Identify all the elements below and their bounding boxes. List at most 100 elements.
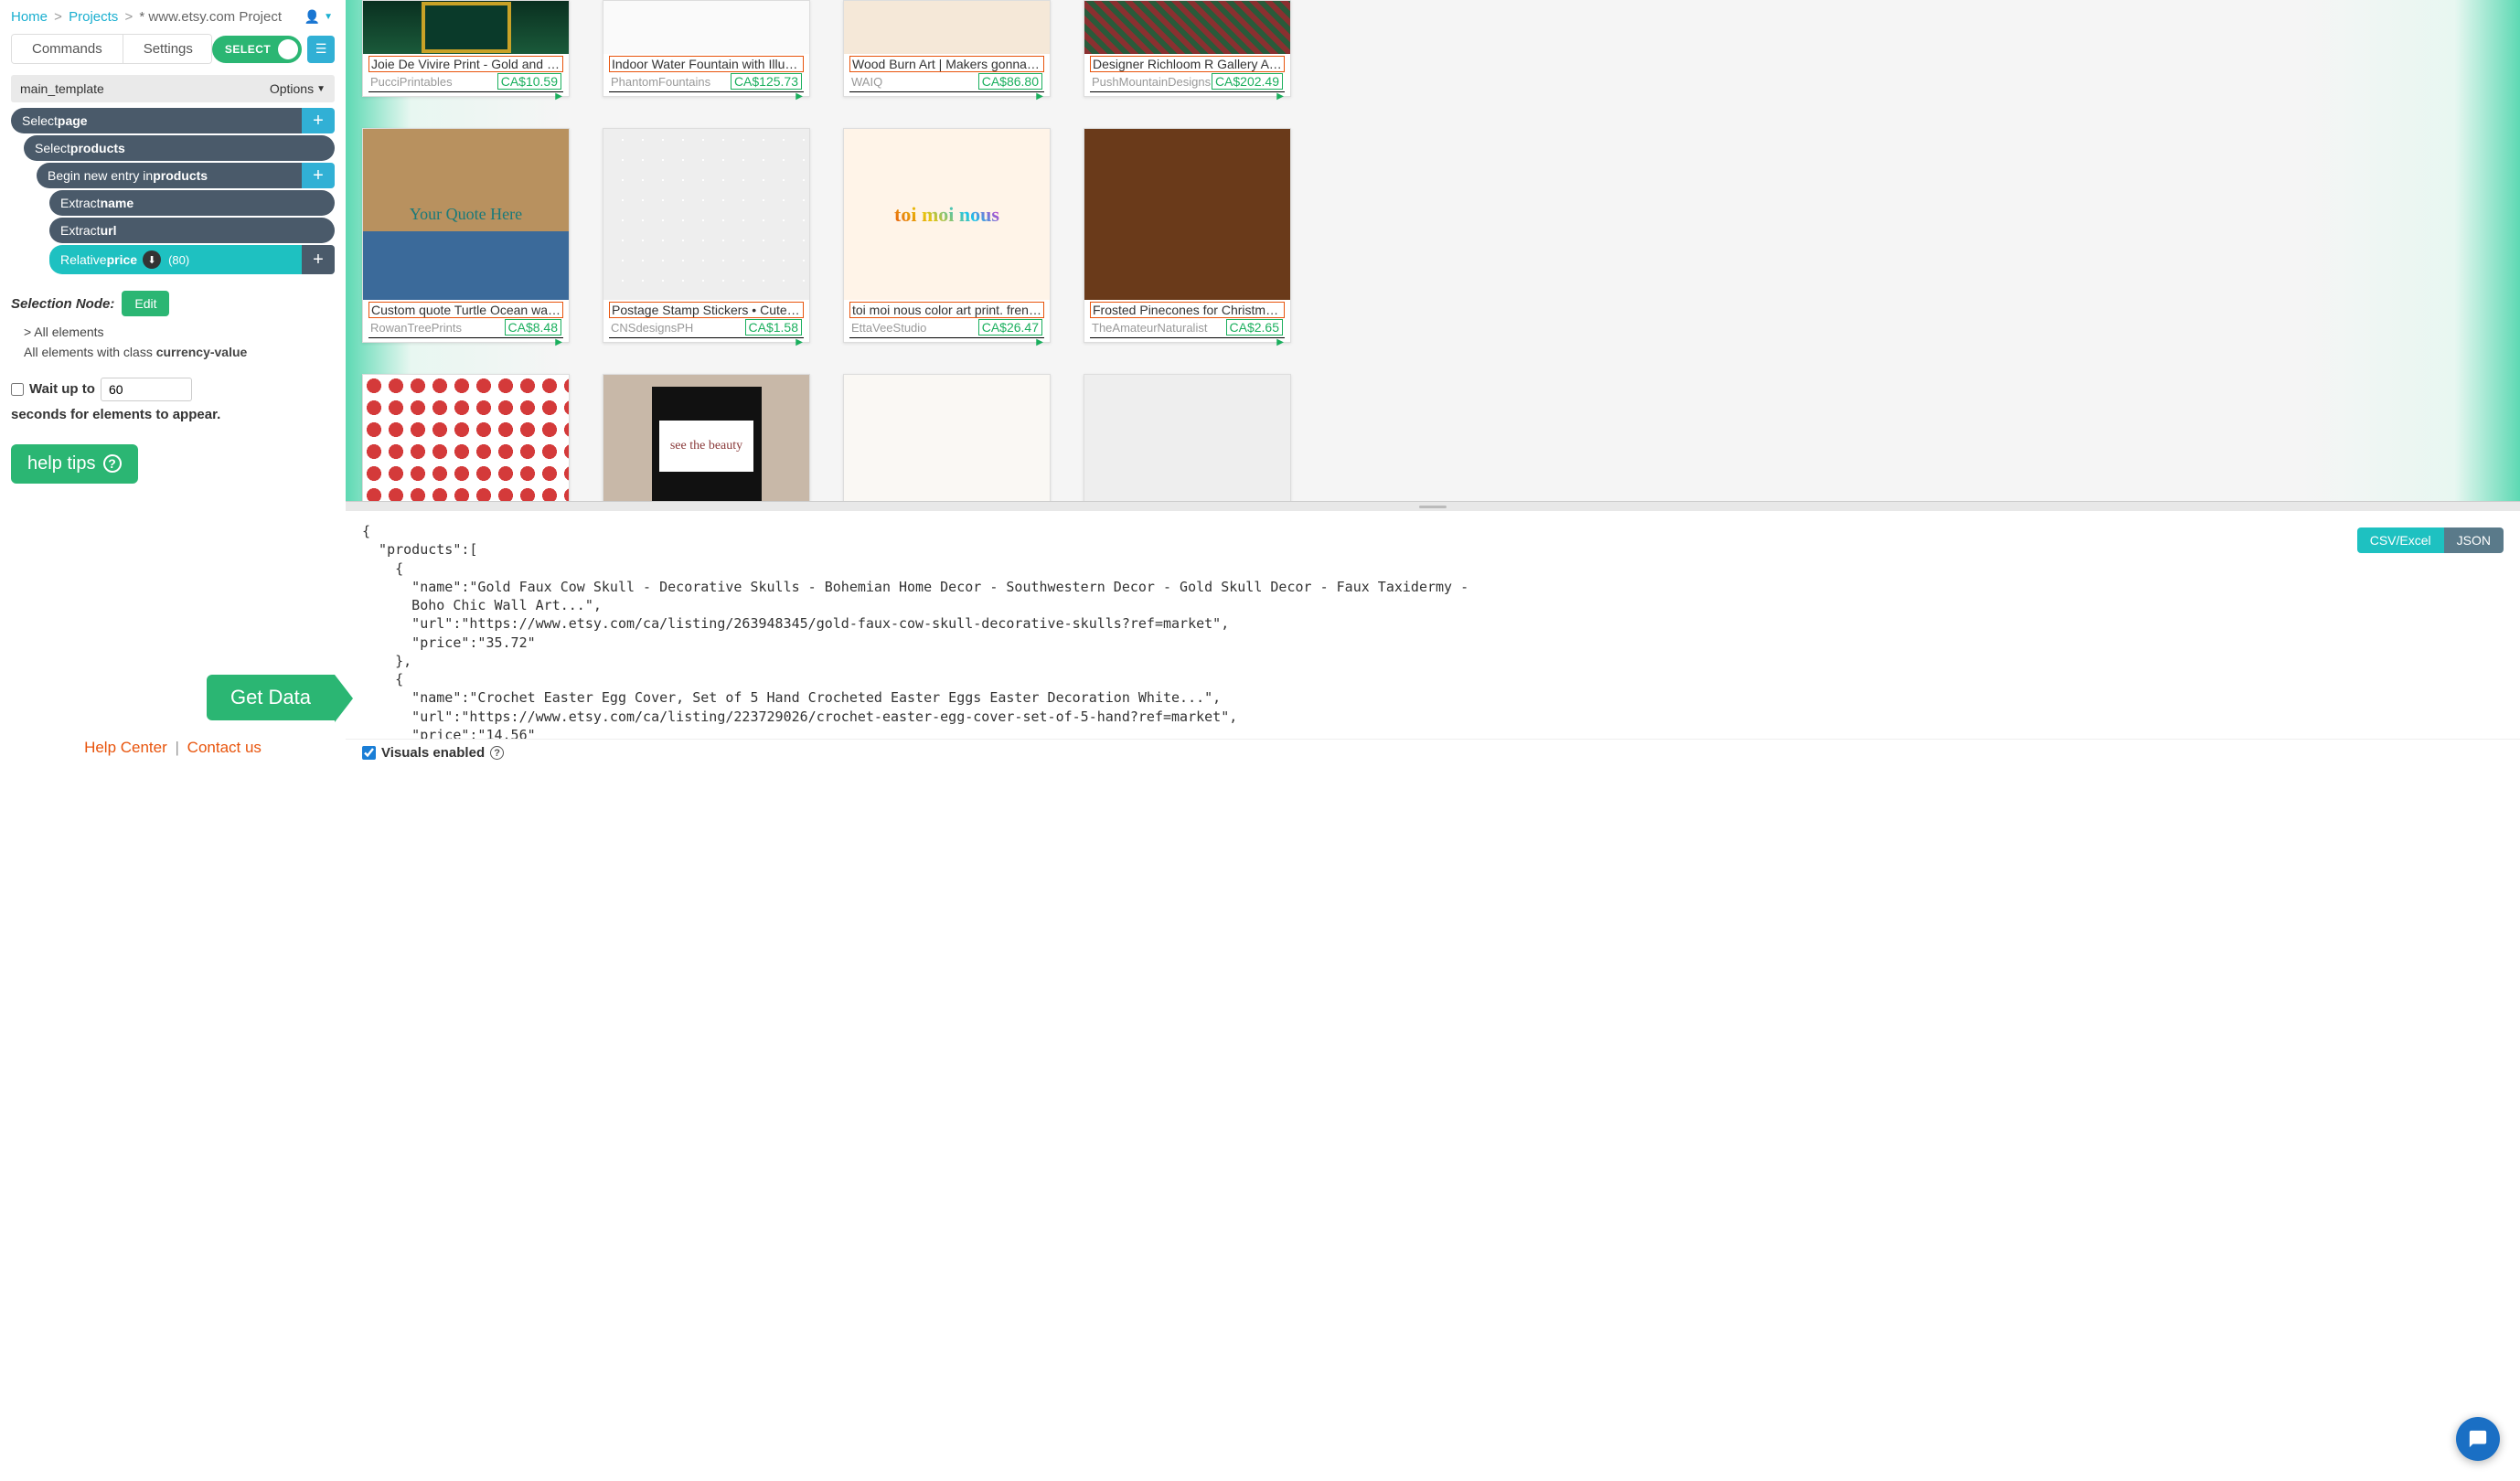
cmd-select-products[interactable]: Select products	[24, 135, 335, 161]
breadcrumb-current: * www.etsy.com Project	[139, 9, 282, 25]
cmd-begin-entry[interactable]: Begin new entry in products	[37, 163, 302, 188]
tab-settings[interactable]: Settings	[123, 35, 212, 63]
product-card[interactable]	[362, 374, 570, 501]
product-thumbnail	[363, 375, 569, 501]
product-card[interactable]: Frosted Pinecones for Christmas D... TheA…	[1084, 128, 1291, 343]
product-shop: WAIQ	[851, 75, 978, 89]
selection-class-filter[interactable]: All elements with class currency-value	[24, 342, 335, 362]
help-icon: ?	[490, 746, 504, 760]
caret-down-icon: ▼	[316, 84, 326, 94]
selection-node-label: Selection Node:	[11, 296, 114, 312]
plus-icon: +	[313, 165, 324, 186]
add-command-button[interactable]: +	[302, 108, 335, 133]
visuals-label: Visuals enabled	[381, 745, 485, 761]
help-icon: ?	[103, 454, 122, 473]
product-shop: RowanTreePrints	[370, 321, 505, 335]
product-title: Indoor Water Fountain with Illusion	[609, 56, 804, 72]
wait-label-pre: Wait up to	[29, 381, 95, 397]
tab-commands[interactable]: Commands	[12, 35, 123, 63]
product-thumbnail	[363, 1, 569, 54]
add-command-button[interactable]: +	[302, 163, 335, 188]
product-shop: PhantomFountains	[611, 75, 731, 89]
product-price: CA$125.73	[731, 73, 802, 90]
template-name: main_template	[20, 81, 104, 96]
product-shop: EttaVeeStudio	[851, 321, 978, 335]
product-card[interactable]	[603, 374, 810, 501]
product-thumbnail	[844, 375, 1050, 501]
product-title: Custom quote Turtle Ocean wall ar...	[368, 302, 563, 318]
product-card[interactable]: Wood Burn Art | Makers gonna makeWAIQCA$…	[843, 0, 1051, 97]
product-card[interactable]: Joie De Vivire Print - Gold and Blac... P…	[362, 0, 570, 97]
product-card[interactable]: toi moi nous color art print. french... E…	[843, 128, 1051, 343]
product-thumbnail	[603, 129, 809, 300]
chat-icon	[2468, 1429, 2488, 1449]
cmd-extract-name[interactable]: Extract name	[49, 190, 335, 216]
edit-button[interactable]: Edit	[122, 291, 169, 316]
product-title: toi moi nous color art print. french...	[849, 302, 1044, 318]
sidebar-tabs: Commands Settings	[11, 34, 212, 64]
product-shop: TheAmateurNaturalist	[1092, 321, 1226, 335]
product-title: Designer Richloom R Gallery Ayers...	[1090, 56, 1285, 72]
selection-all-elements[interactable]: > All elements	[24, 322, 335, 342]
select-toggle-label: SELECT	[225, 43, 271, 56]
add-command-button[interactable]: +	[302, 245, 335, 274]
product-card[interactable]: Indoor Water Fountain with Illusion Phant…	[603, 0, 810, 97]
product-shop: PushMountainDesigns	[1092, 75, 1212, 89]
product-shop: CNSdesignsPH	[611, 321, 745, 335]
product-thumbnail	[1084, 375, 1290, 501]
wait-checkbox[interactable]	[11, 383, 24, 396]
breadcrumb: Home > Projects > * www.etsy.com Project	[11, 9, 335, 25]
match-count: (80)	[168, 253, 189, 267]
product-thumbnail	[1084, 1, 1290, 54]
product-card[interactable]: Custom quote Turtle Ocean wall ar... Rowa…	[362, 128, 570, 343]
product-thumbnail	[844, 129, 1050, 300]
product-thumbnail	[363, 129, 569, 300]
product-thumbnail	[1084, 129, 1290, 300]
help-fab[interactable]	[2456, 1417, 2500, 1461]
browser-preview[interactable]: Joie De Vivire Print - Gold and Blac... P…	[346, 0, 2520, 501]
product-title: Wood Burn Art | Makers gonna make	[849, 56, 1044, 72]
product-price: CA$202.49	[1212, 73, 1283, 90]
download-icon: ⬇	[143, 250, 161, 269]
product-shop: PucciPrintables	[370, 75, 497, 89]
contact-us-link[interactable]: Contact us	[187, 739, 262, 756]
product-price: CA$8.48	[505, 319, 561, 336]
product-card[interactable]	[1084, 374, 1291, 501]
breadcrumb-projects[interactable]: Projects	[69, 9, 118, 25]
product-card[interactable]: Postage Stamp Stickers • Cute stic... CNS…	[603, 128, 810, 343]
plus-icon: +	[313, 111, 324, 132]
product-thumbnail	[603, 1, 809, 54]
product-thumbnail	[603, 375, 809, 501]
get-data-button[interactable]: Get Data	[207, 675, 335, 720]
visuals-checkbox[interactable]	[362, 746, 376, 760]
plus-icon: +	[313, 250, 324, 271]
product-price: CA$26.47	[978, 319, 1042, 336]
export-json-button[interactable]: JSON	[2444, 527, 2504, 553]
product-price: CA$1.58	[745, 319, 802, 336]
product-title: Postage Stamp Stickers • Cute stic...	[609, 302, 804, 318]
export-csv-button[interactable]: CSV/Excel	[2357, 527, 2444, 553]
product-card[interactable]: Designer Richloom R Gallery Ayers... Push…	[1084, 0, 1291, 97]
help-tips-button[interactable]: help tips ?	[11, 444, 138, 484]
caret-down-icon: ▼	[324, 12, 333, 22]
select-toggle[interactable]: SELECT	[212, 36, 302, 63]
cmd-extract-url[interactable]: Extract url	[49, 218, 335, 243]
user-icon: 👤	[304, 9, 320, 25]
panel-resize-handle[interactable]	[346, 502, 2520, 511]
breadcrumb-home[interactable]: Home	[11, 9, 48, 25]
help-center-link[interactable]: Help Center	[84, 739, 167, 756]
product-title: Joie De Vivire Print - Gold and Blac...	[368, 56, 563, 72]
wait-label-post: seconds for elements to appear.	[11, 407, 220, 422]
template-options[interactable]: Options▼	[270, 81, 326, 96]
product-card[interactable]	[843, 374, 1051, 501]
template-row[interactable]: main_template Options▼	[11, 75, 335, 102]
wait-seconds-input[interactable]	[101, 378, 192, 401]
product-title: Frosted Pinecones for Christmas D...	[1090, 302, 1285, 318]
cmd-select-page[interactable]: Select page	[11, 108, 302, 133]
json-output: { "products":[ { "name":"Gold Faux Cow S…	[362, 522, 2504, 739]
toggle-knob	[278, 39, 298, 59]
user-menu[interactable]: 👤 ▼	[304, 9, 333, 25]
hamburger-menu-button[interactable]: ☰	[307, 36, 335, 63]
cmd-relative-price[interactable]: Relative price ⬇ (80)	[49, 245, 302, 274]
hamburger-icon: ☰	[315, 41, 327, 57]
